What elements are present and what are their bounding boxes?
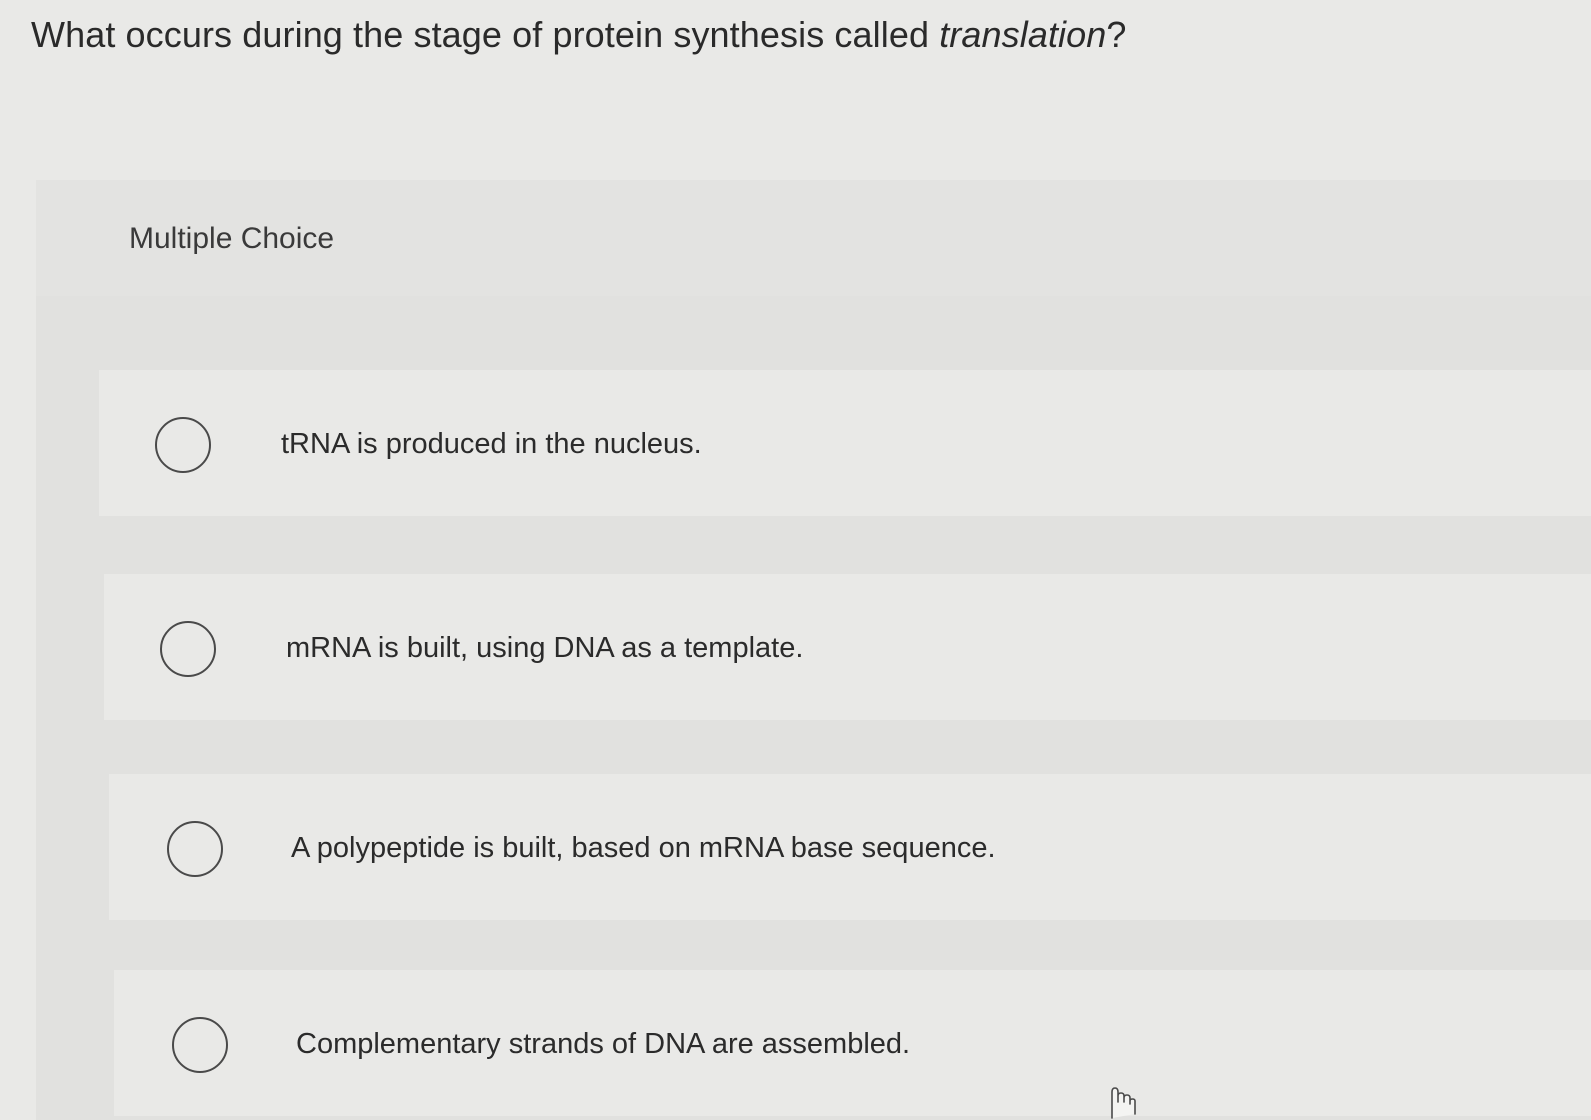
hand-pointer-icon: [1111, 1087, 1136, 1119]
answer-option-label: tRNA is produced in the nucleus.: [281, 428, 702, 460]
question-suffix: ?: [1106, 14, 1127, 55]
radio-unchecked-icon[interactable]: [172, 1017, 228, 1073]
answer-panel: Multiple Choice tRNA is produced in the …: [36, 180, 1591, 1120]
question-type-label: Multiple Choice: [129, 222, 335, 255]
answer-option-3[interactable]: A polypeptide is built, based on mRNA ba…: [109, 774, 1591, 920]
answer-option-label: A polypeptide is built, based on mRNA ba…: [291, 832, 996, 864]
question-text: What occurs during the stage of protein …: [31, 14, 1127, 56]
question-emphasis: translation: [939, 14, 1107, 55]
radio-unchecked-icon[interactable]: [160, 621, 216, 677]
question-prefix: What occurs during the stage of protein …: [31, 14, 940, 55]
radio-unchecked-icon[interactable]: [167, 821, 223, 877]
answer-option-label: Complementary strands of DNA are assembl…: [296, 1028, 911, 1060]
panel-header: Multiple Choice: [36, 180, 1591, 296]
answer-option-label: mRNA is built, using DNA as a template.: [286, 632, 804, 664]
radio-unchecked-icon[interactable]: [155, 417, 211, 473]
answer-option-1[interactable]: tRNA is produced in the nucleus.: [99, 370, 1591, 516]
answer-option-4[interactable]: Complementary strands of DNA are assembl…: [114, 970, 1591, 1116]
answer-option-2[interactable]: mRNA is built, using DNA as a template.: [104, 574, 1591, 720]
